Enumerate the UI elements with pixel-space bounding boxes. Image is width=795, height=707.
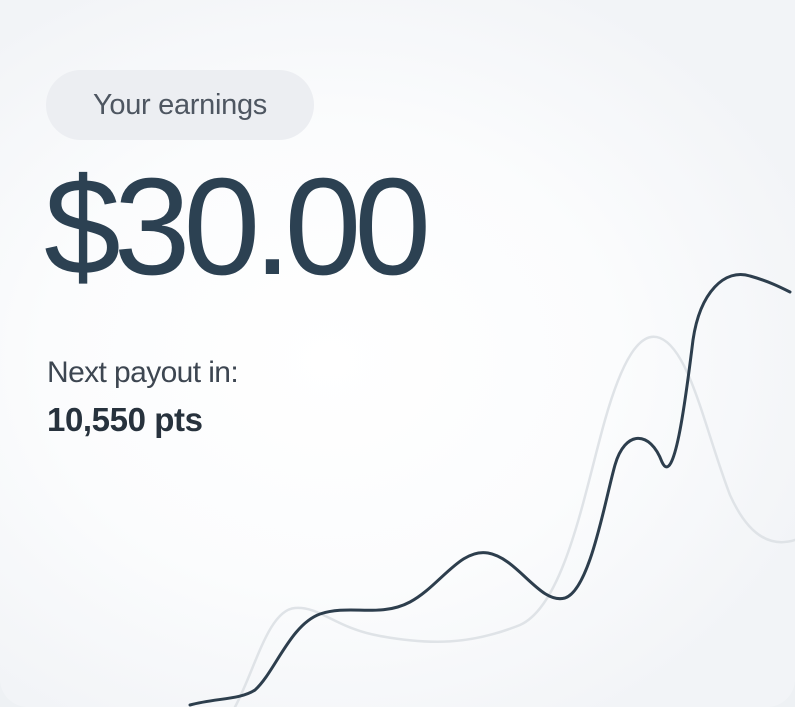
ghost-trend-line	[233, 335, 795, 707]
earnings-card: Your earnings $30.00 Next payout in: 10,…	[0, 0, 795, 707]
earnings-trend-chart	[188, 273, 795, 707]
main-trend-line	[188, 273, 792, 707]
